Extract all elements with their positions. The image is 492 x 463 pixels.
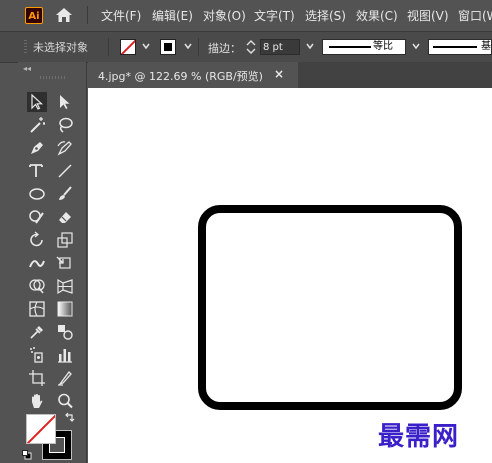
tab-document-label: 4.jpg* @ 122.69 % (RGB/预览) bbox=[98, 70, 263, 83]
spinner-arrows-icon[interactable] bbox=[245, 39, 257, 55]
type-tool-icon[interactable] bbox=[27, 161, 47, 181]
fill-color-box[interactable] bbox=[26, 414, 56, 444]
menu-window[interactable]: 窗口(W bbox=[458, 7, 492, 24]
eyedropper-tool-icon[interactable] bbox=[27, 322, 47, 342]
lasso-tool-icon[interactable] bbox=[55, 115, 75, 135]
document-tabs: 4.jpg* @ 122.69 % (RGB/预览) × bbox=[88, 62, 492, 88]
brush-preview-line bbox=[433, 46, 477, 48]
blend-tool-icon[interactable] bbox=[55, 322, 75, 342]
free-transform-tool-icon[interactable] bbox=[55, 253, 75, 273]
control-separator bbox=[198, 38, 199, 56]
symbol-sprayer-tool-icon[interactable] bbox=[27, 345, 47, 365]
menu-select[interactable]: 选择(S) bbox=[305, 7, 346, 24]
direct-selection-tool-icon[interactable] bbox=[55, 92, 75, 112]
variable-width-profile-select[interactable]: 等比 bbox=[322, 39, 406, 55]
selection-tool-icon[interactable] bbox=[27, 92, 47, 112]
control-bar: 未选择对象 描边： 8 pt 等比 基 bbox=[0, 31, 492, 63]
magic-wand-tool-icon[interactable] bbox=[27, 115, 47, 135]
zoom-tool-icon[interactable] bbox=[55, 391, 75, 411]
menu-object[interactable]: 对象(O) bbox=[203, 7, 246, 24]
gradient-tool-icon[interactable] bbox=[55, 299, 75, 319]
app-logo: Ai bbox=[25, 7, 43, 24]
chevron-down-icon[interactable] bbox=[142, 42, 150, 50]
hand-tool-icon[interactable] bbox=[27, 391, 47, 411]
scale-tool-icon[interactable] bbox=[55, 230, 75, 250]
column-graph-tool-icon[interactable] bbox=[55, 345, 75, 365]
fill-color-swatch[interactable] bbox=[120, 39, 136, 55]
slice-tool-icon[interactable] bbox=[55, 368, 75, 388]
artboard-tool-icon[interactable] bbox=[27, 368, 47, 388]
brush-label: 基 bbox=[481, 41, 491, 52]
default-colors-icon[interactable] bbox=[22, 450, 32, 460]
profile-label: 等比 bbox=[373, 41, 393, 52]
stroke-label[interactable]: 描边： bbox=[208, 40, 241, 56]
control-bar-grip[interactable] bbox=[24, 40, 27, 54]
ellipse-tool-icon[interactable] bbox=[27, 184, 47, 204]
watermark-text: 最需网 bbox=[378, 422, 460, 452]
control-separator bbox=[108, 38, 109, 56]
menu-view[interactable]: 视图(V) bbox=[407, 7, 449, 24]
close-icon[interactable]: × bbox=[274, 67, 284, 81]
chevron-down-icon[interactable] bbox=[412, 42, 420, 50]
eraser-tool-icon[interactable] bbox=[55, 207, 75, 227]
perspective-grid-tool-icon[interactable] bbox=[55, 276, 75, 296]
pen-tool-icon[interactable] bbox=[27, 138, 47, 158]
line-segment-tool-icon[interactable] bbox=[55, 161, 75, 181]
mesh-tool-icon[interactable] bbox=[27, 299, 47, 319]
collapse-panel-icon[interactable]: ◂◂ bbox=[23, 64, 31, 73]
stroke-color-swatch[interactable] bbox=[160, 39, 176, 55]
selection-status: 未选择对象 bbox=[33, 41, 88, 54]
width-tool-icon[interactable] bbox=[27, 253, 47, 273]
menu-type[interactable]: 文字(T) bbox=[254, 7, 295, 24]
chevron-down-icon[interactable] bbox=[184, 42, 192, 50]
menu-effect[interactable]: 效果(C) bbox=[356, 7, 398, 24]
tools-panel: ◂◂ bbox=[18, 62, 87, 463]
menu-separator bbox=[87, 6, 88, 24]
artboard-canvas[interactable]: 最需网 bbox=[88, 88, 492, 463]
swap-colors-icon[interactable] bbox=[64, 412, 76, 424]
shape-builder-tool-icon[interactable] bbox=[27, 276, 47, 296]
chevron-down-icon[interactable] bbox=[306, 42, 314, 50]
tab-document[interactable]: 4.jpg* @ 122.69 % (RGB/预览) × bbox=[88, 62, 298, 88]
home-icon[interactable] bbox=[55, 7, 73, 23]
menu-bar: Ai 文件(F) 编辑(E) 对象(O) 文字(T) 选择(S) 效果(C) 视… bbox=[0, 0, 492, 30]
brush-definition-select[interactable]: 基 bbox=[428, 39, 492, 55]
menu-file[interactable]: 文件(F) bbox=[101, 7, 141, 24]
profile-preview-line bbox=[329, 46, 371, 48]
stroke-weight-field[interactable]: 8 pt bbox=[260, 39, 300, 55]
menu-edit[interactable]: 编辑(E) bbox=[152, 7, 193, 24]
rotate-tool-icon[interactable] bbox=[27, 230, 47, 250]
tools-panel-grip[interactable] bbox=[40, 76, 66, 79]
shaper-tool-icon[interactable] bbox=[27, 207, 47, 227]
rounded-rectangle-shape[interactable] bbox=[198, 205, 462, 410]
curvature-tool-icon[interactable] bbox=[55, 138, 75, 158]
paintbrush-tool-icon[interactable] bbox=[55, 184, 75, 204]
